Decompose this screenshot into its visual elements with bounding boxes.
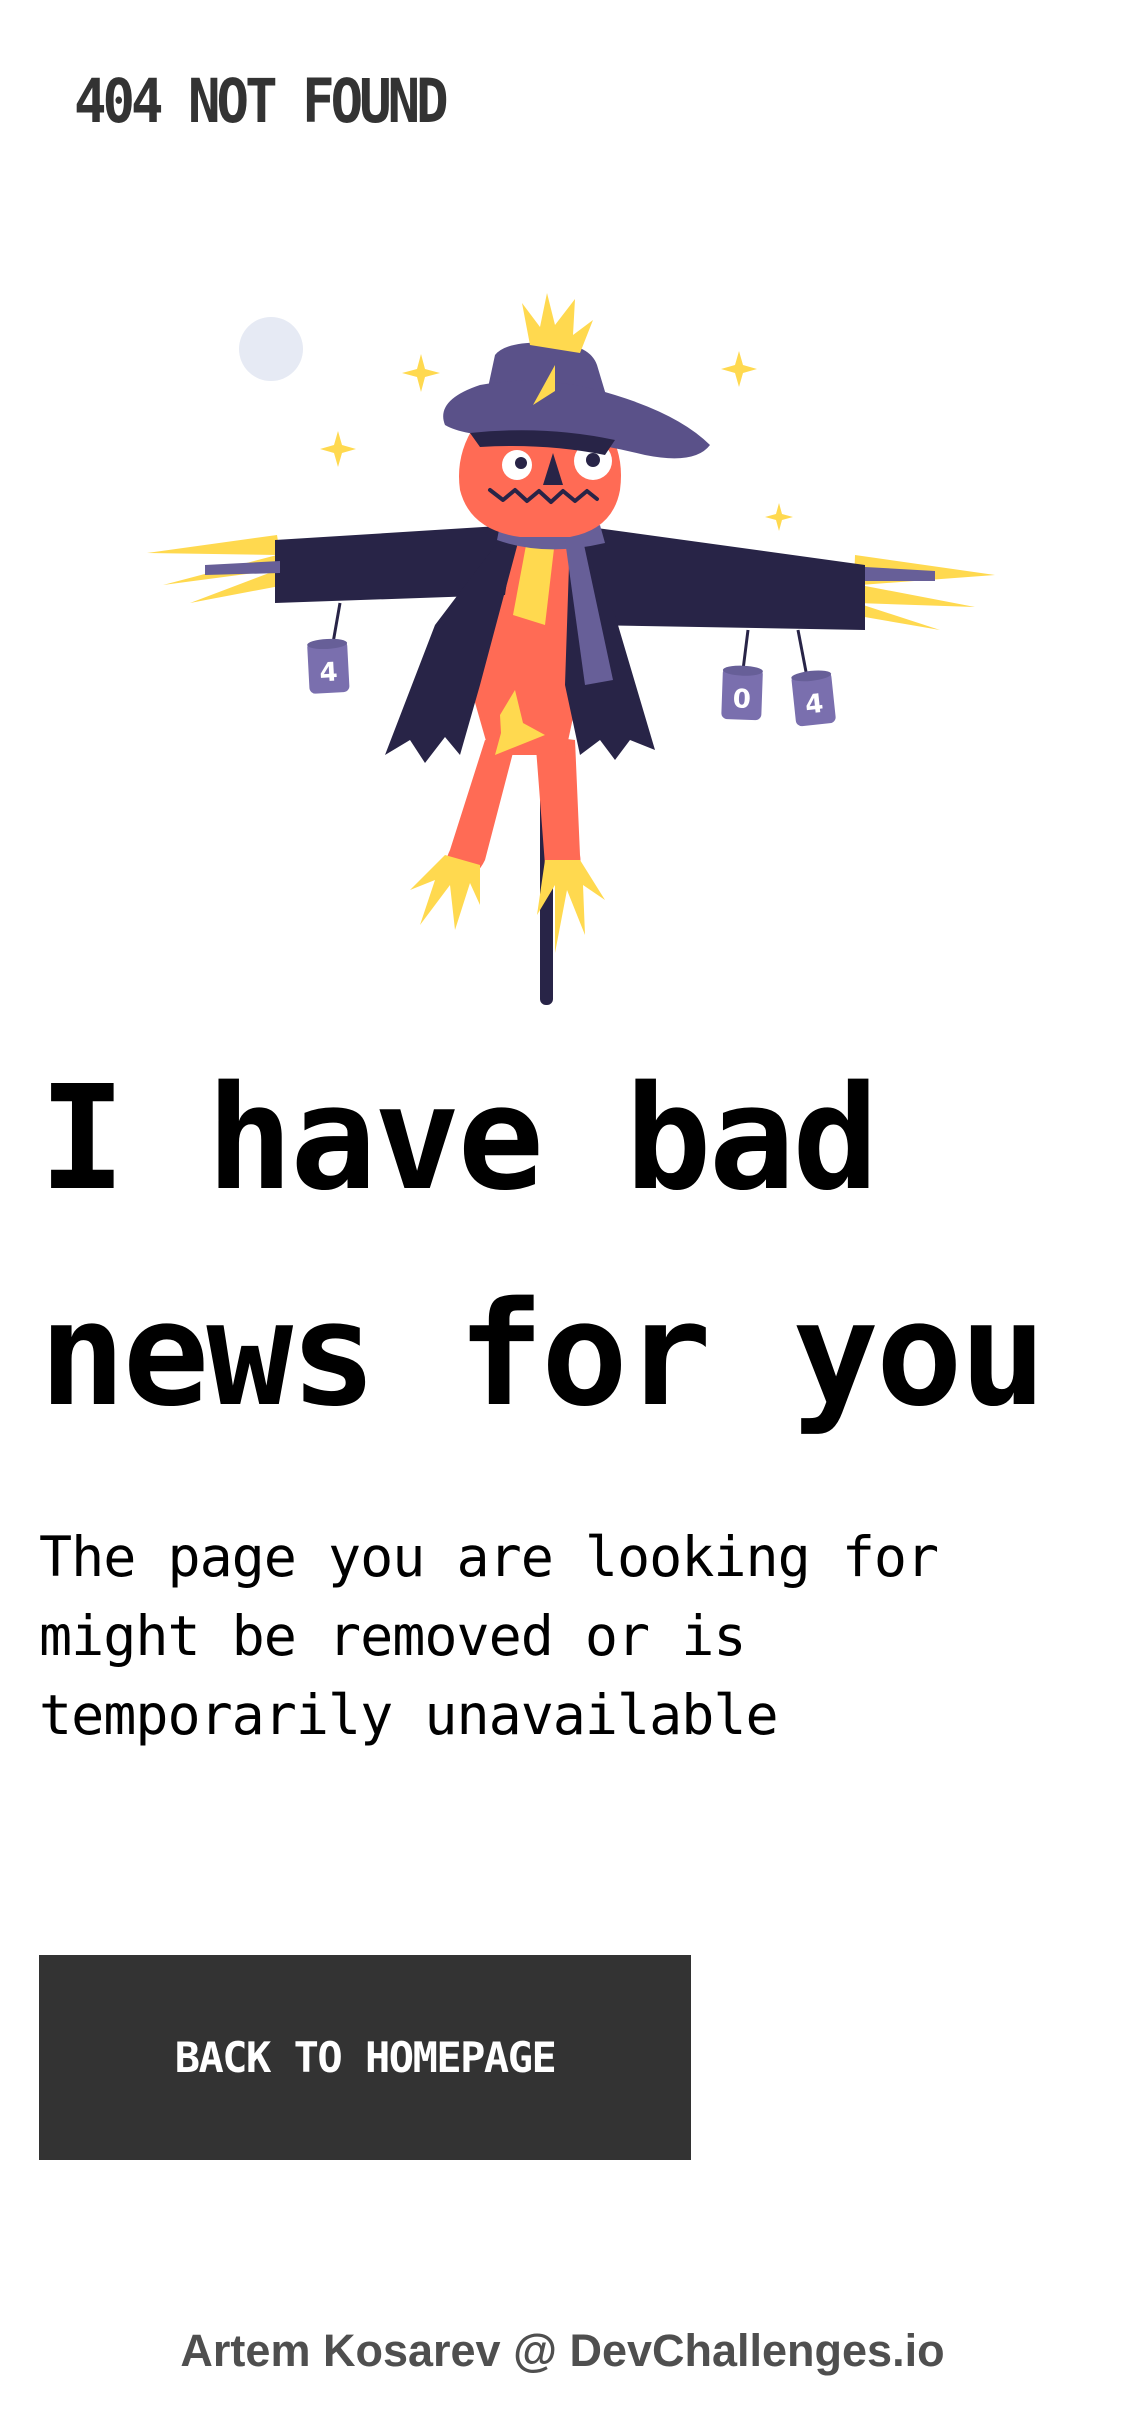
sparkle-icon xyxy=(402,354,440,392)
can-string xyxy=(796,629,809,678)
tin-can-icon: 0 xyxy=(721,665,763,721)
headline: I have bad news for you xyxy=(39,1030,1099,1462)
left-leg xyxy=(446,740,515,878)
moon-icon xyxy=(239,317,303,381)
can-string xyxy=(741,629,750,671)
sparkle-icon xyxy=(765,503,793,531)
can-label: 4 xyxy=(319,657,339,688)
footer-credit: Artem Kosarev @ DevChallenges.io xyxy=(180,2325,945,2376)
description-line: might be removed or is xyxy=(39,1604,746,1668)
sparkle-icon xyxy=(721,351,757,387)
hat-straw xyxy=(522,293,593,353)
tin-can-icon: 4 xyxy=(307,638,350,694)
left-sleeve-stick xyxy=(205,561,280,575)
can-string xyxy=(331,602,342,644)
sparkle-icon xyxy=(320,431,356,467)
headline-line: news for you xyxy=(39,1270,1046,1438)
description-line: The page you are looking for xyxy=(39,1525,939,1589)
right-pupil xyxy=(586,453,600,467)
left-foot-straw xyxy=(410,855,480,930)
can-label: 0 xyxy=(732,684,751,715)
brand-title: 404 NOT FOUND xyxy=(74,66,449,137)
scarecrow-illustration: 4 0 4 xyxy=(147,293,995,1005)
right-arm-straw xyxy=(853,555,995,630)
description-line: temporarily unavailable xyxy=(39,1683,779,1747)
coat-right-arm xyxy=(575,525,865,630)
can-label: 4 xyxy=(804,689,825,721)
description: The page you are looking for might be re… xyxy=(39,1518,1039,1755)
headline-line: I have bad xyxy=(39,1054,879,1222)
left-pupil xyxy=(515,457,527,469)
tin-can-icon: 4 xyxy=(791,670,836,727)
back-to-homepage-button[interactable]: BACK TO HOMEPAGE xyxy=(39,1955,691,2160)
